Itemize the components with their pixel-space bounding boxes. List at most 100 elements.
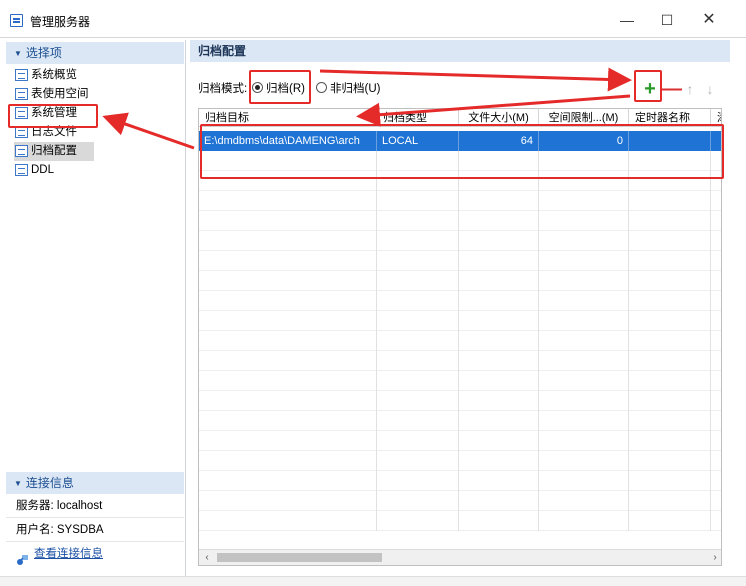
empty-cell	[199, 251, 377, 271]
empty-cell	[711, 411, 721, 431]
empty-cell	[377, 231, 459, 251]
empty-table-row	[199, 391, 721, 411]
collapse-triangle-icon: ▼	[14, 49, 22, 58]
empty-cell	[199, 411, 377, 431]
sidebar-item-label: DDL	[31, 164, 55, 176]
empty-cell	[629, 351, 711, 371]
empty-cell	[539, 311, 629, 331]
empty-cell	[199, 271, 377, 291]
empty-cell	[377, 431, 459, 451]
move-down-button[interactable]: ↓	[702, 81, 718, 97]
empty-cell	[199, 471, 377, 491]
move-up-button[interactable]: ↑	[682, 81, 698, 97]
empty-cell	[199, 451, 377, 471]
empty-cell	[629, 271, 711, 291]
empty-cell	[377, 211, 459, 231]
empty-cell	[459, 391, 539, 411]
empty-table-row	[199, 371, 721, 391]
connection-info-label: 连接信息	[25, 476, 74, 490]
radio-unchecked-icon	[316, 82, 327, 93]
empty-cell	[711, 471, 721, 491]
select-items-header[interactable]: ▼ 选择项	[6, 42, 184, 64]
empty-cell	[459, 491, 539, 511]
empty-cell	[629, 391, 711, 411]
view-connection-link[interactable]: 查看连接信息	[6, 548, 103, 565]
annotation-box-system-management	[8, 104, 98, 128]
empty-cell	[377, 311, 459, 331]
status-bar	[0, 576, 746, 586]
empty-table-row	[199, 491, 721, 511]
empty-cell	[199, 511, 377, 531]
empty-cell	[199, 231, 377, 251]
connection-info-header[interactable]: ▼ 连接信息	[6, 472, 184, 494]
no-archive-radio[interactable]: 非归档(U)	[316, 80, 380, 98]
empty-cell	[459, 271, 539, 291]
empty-cell	[199, 311, 377, 331]
empty-cell	[539, 271, 629, 291]
empty-cell	[459, 511, 539, 531]
maximize-button[interactable]: ☐	[652, 8, 682, 32]
archive-config-panel: 归档配置 归档模式: 归档(R) 非归档(U) + — ↑ ↓ 归档目标 归档类…	[190, 40, 730, 576]
empty-cell	[539, 371, 629, 391]
empty-cell	[199, 491, 377, 511]
empty-cell	[711, 311, 721, 331]
empty-cell	[377, 411, 459, 431]
scroll-right-icon[interactable]: ›	[707, 550, 721, 565]
empty-cell	[199, 191, 377, 211]
empty-table-row	[199, 431, 721, 451]
empty-table-row	[199, 211, 721, 231]
sidebar-item-table-space[interactable]: 表使用空间	[14, 85, 184, 104]
empty-cell	[199, 371, 377, 391]
empty-table-row	[199, 191, 721, 211]
sidebar-item-label: 表使用空间	[31, 88, 89, 100]
empty-cell	[539, 411, 629, 431]
page-icon	[15, 69, 28, 81]
scroll-left-icon[interactable]: ‹	[199, 550, 215, 565]
empty-cell	[459, 471, 539, 491]
empty-cell	[377, 191, 459, 211]
horizontal-scrollbar[interactable]: ‹ ›	[199, 549, 721, 565]
empty-cell	[711, 251, 721, 271]
empty-cell	[539, 391, 629, 411]
empty-cell	[629, 451, 711, 471]
empty-table-row	[199, 471, 721, 491]
empty-table-row	[199, 231, 721, 251]
panel-title: 归档配置	[190, 40, 730, 62]
empty-cell	[629, 411, 711, 431]
empty-table-row	[199, 511, 721, 531]
view-connection-row: 查看连接信息	[6, 542, 184, 566]
empty-cell	[539, 291, 629, 311]
empty-cell	[629, 511, 711, 531]
close-button[interactable]: ✕	[694, 8, 724, 32]
user-info: 用户名: SYSDBA	[6, 518, 184, 542]
empty-cell	[629, 431, 711, 451]
empty-cell	[711, 331, 721, 351]
empty-table-row	[199, 291, 721, 311]
empty-cell	[711, 491, 721, 511]
title-bar: 管理服务器 — ☐ ✕	[0, 0, 746, 38]
collapse-triangle-icon: ▼	[14, 479, 22, 488]
no-archive-radio-label: 非归档(U)	[330, 83, 381, 95]
empty-cell	[629, 191, 711, 211]
remove-button[interactable]: —	[662, 79, 682, 99]
empty-cell	[377, 451, 459, 471]
empty-cell	[711, 511, 721, 531]
empty-cell	[629, 231, 711, 251]
empty-table-row	[199, 251, 721, 271]
empty-cell	[377, 351, 459, 371]
empty-cell	[711, 451, 721, 471]
empty-cell	[377, 271, 459, 291]
empty-cell	[377, 251, 459, 271]
scroll-thumb[interactable]	[217, 553, 382, 562]
empty-cell	[459, 291, 539, 311]
minimize-button[interactable]: —	[612, 8, 642, 32]
sidebar-item-system-overview[interactable]: 系统概览	[14, 66, 184, 85]
empty-cell	[711, 191, 721, 211]
empty-cell	[459, 231, 539, 251]
sidebar-item-archive-config[interactable]: 归档配置	[14, 142, 94, 161]
empty-cell	[459, 311, 539, 331]
sidebar-item-ddl[interactable]: DDL	[14, 161, 184, 180]
view-connection-label: 查看连接信息	[34, 548, 103, 560]
annotation-box-add-button	[634, 70, 662, 102]
empty-cell	[459, 191, 539, 211]
